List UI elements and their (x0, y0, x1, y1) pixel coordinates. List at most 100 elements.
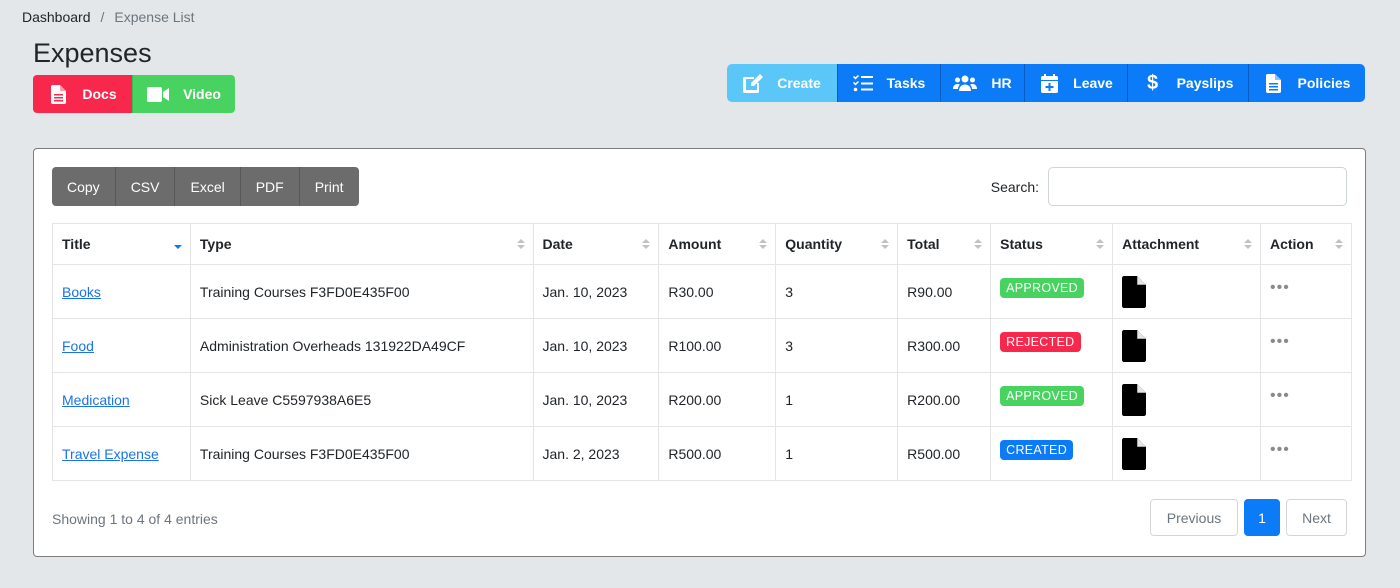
search-input[interactable] (1048, 167, 1347, 206)
breadcrumb-current: Expense List (114, 9, 195, 25)
pagination-previous-button[interactable]: Previous (1150, 499, 1238, 536)
sort-both-icon (1096, 239, 1105, 249)
cell-total: R500.00 (897, 426, 992, 481)
copy-button[interactable]: Copy (52, 167, 115, 206)
sort-both-icon (516, 239, 525, 249)
table-row: Medication Sick Leave C5597938A6E5 Jan. … (52, 372, 1353, 427)
cell-total: R200.00 (897, 372, 992, 427)
column-header-quantity[interactable]: Quantity (775, 223, 899, 265)
cell-status: APPROVED (990, 372, 1114, 427)
file-text-icon (48, 84, 68, 104)
cell-type: Sick Leave C5597938A6E5 (189, 372, 534, 427)
table-header-row: Title Type Date Amount Quantity Total St… (52, 223, 1353, 265)
more-options-icon[interactable]: ••• (1270, 387, 1290, 404)
file-text-icon (1264, 73, 1284, 93)
payslips-button[interactable]: $ Payslips (1127, 64, 1248, 102)
column-header-title[interactable]: Title (52, 223, 191, 265)
cell-title: Travel Expense (52, 426, 191, 481)
docs-button[interactable]: Docs (33, 75, 132, 113)
cell-type: Training Courses F3FD0E435F00 (189, 426, 534, 481)
column-header-date[interactable]: Date (532, 223, 660, 265)
file-icon[interactable] (1122, 384, 1147, 416)
leave-button-label: Leave (1073, 75, 1113, 91)
table-row: Travel Expense Training Courses F3FD0E43… (52, 426, 1353, 481)
column-header-status[interactable]: Status (990, 223, 1114, 265)
page-title: Expenses (33, 38, 152, 68)
sort-desc-icon (173, 245, 182, 249)
tasks-button-label: Tasks (886, 75, 926, 91)
cell-date: Jan. 10, 2023 (532, 264, 660, 319)
search-label: Search: (990, 178, 1039, 195)
cell-total: R90.00 (897, 264, 992, 319)
cell-action: ••• (1259, 264, 1353, 319)
excel-button[interactable]: Excel (174, 167, 240, 206)
cell-attachment (1112, 426, 1261, 481)
cell-date: Jan. 2, 2023 (532, 426, 660, 481)
cell-attachment (1112, 318, 1261, 373)
pdf-button[interactable]: PDF (239, 167, 299, 206)
expense-title-link[interactable]: Travel Expense (62, 446, 159, 462)
task-list-icon (852, 73, 873, 93)
csv-button[interactable]: CSV (114, 167, 175, 206)
breadcrumb-dashboard-link[interactable]: Dashboard (22, 9, 91, 25)
cell-quantity: 3 (775, 264, 899, 319)
more-options-icon[interactable]: ••• (1270, 333, 1290, 350)
cell-date: Jan. 10, 2023 (532, 318, 660, 373)
cell-action: ••• (1259, 318, 1353, 373)
breadcrumb-separator: / (100, 9, 105, 25)
cell-title: Food (52, 318, 191, 373)
policies-button[interactable]: Policies (1248, 64, 1365, 102)
expense-title-link[interactable]: Books (62, 284, 101, 300)
expense-title-link[interactable]: Food (62, 338, 94, 354)
column-header-type[interactable]: Type (189, 223, 534, 265)
video-button-label: Video (183, 86, 221, 102)
cell-amount: R30.00 (658, 264, 777, 319)
column-header-attachment[interactable]: Attachment (1112, 223, 1261, 265)
hr-button[interactable]: HR (940, 64, 1024, 102)
cell-amount: R500.00 (658, 426, 777, 481)
cell-attachment (1112, 372, 1261, 427)
cell-amount: R100.00 (658, 318, 777, 373)
cell-action: ••• (1259, 372, 1353, 427)
expense-table-card: Copy CSV Excel PDF Print Search: Title T… (33, 148, 1366, 557)
sort-both-icon (974, 239, 983, 249)
status-badge: REJECTED (1000, 331, 1081, 352)
column-header-amount[interactable]: Amount (658, 223, 777, 265)
tasks-button[interactable]: Tasks (837, 64, 940, 102)
column-header-total[interactable]: Total (897, 223, 992, 265)
video-button[interactable]: Video (132, 75, 235, 113)
sort-both-icon (1335, 239, 1343, 249)
pagination: Previous 1 Next (1150, 499, 1347, 536)
expense-table: Title Type Date Amount Quantity Total St… (52, 223, 1353, 481)
more-options-icon[interactable]: ••• (1270, 441, 1290, 458)
help-button-group: Docs Video (33, 75, 235, 113)
file-icon[interactable] (1122, 438, 1147, 470)
cell-action: ••• (1259, 426, 1353, 481)
file-icon[interactable] (1122, 330, 1147, 362)
cell-quantity: 1 (775, 426, 899, 481)
pagination-next-button[interactable]: Next (1286, 499, 1347, 536)
print-button[interactable]: Print (298, 167, 359, 206)
pagination-page-1[interactable]: 1 (1244, 499, 1280, 536)
table-row: Food Administration Overheads 131922DA49… (52, 318, 1353, 373)
cell-status: REJECTED (990, 318, 1114, 373)
leave-button[interactable]: Leave (1024, 64, 1127, 102)
cell-type: Training Courses F3FD0E435F00 (189, 264, 534, 319)
search-box: Search: (991, 167, 1347, 206)
module-nav-group: Create Tasks HR Leave $ Payslips Policie… (727, 64, 1365, 102)
cell-attachment (1112, 264, 1261, 319)
cell-title: Medication (52, 372, 191, 427)
users-icon (953, 73, 978, 93)
policies-button-label: Policies (1297, 75, 1351, 91)
more-options-icon[interactable]: ••• (1270, 279, 1290, 296)
create-button[interactable]: Create (727, 64, 837, 102)
column-header-action[interactable]: Action (1259, 223, 1353, 265)
cell-type: Administration Overheads 131922DA49CF (189, 318, 534, 373)
cell-status: CREATED (990, 426, 1114, 481)
export-button-group: Copy CSV Excel PDF Print (52, 167, 359, 206)
file-icon[interactable] (1122, 276, 1147, 308)
cell-quantity: 1 (775, 372, 899, 427)
status-badge: APPROVED (1000, 385, 1084, 406)
table-info: Showing 1 to 4 of 4 entries (52, 511, 218, 527)
expense-title-link[interactable]: Medication (62, 392, 130, 408)
